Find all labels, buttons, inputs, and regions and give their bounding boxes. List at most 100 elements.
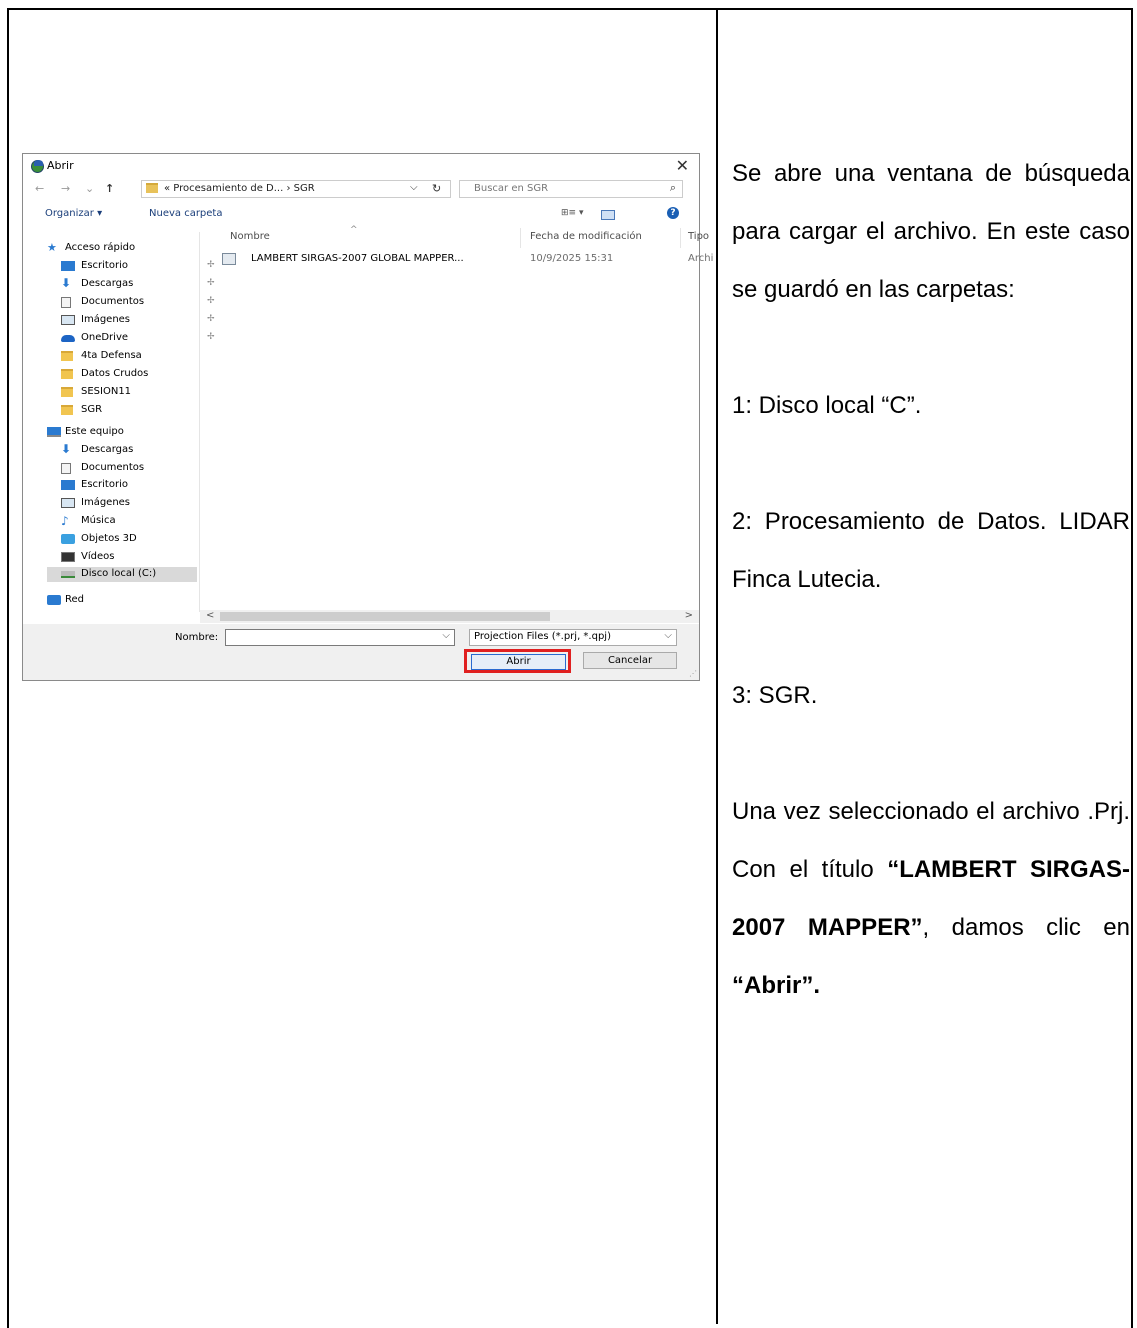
- music-icon: ♪: [61, 514, 69, 528]
- filename-input[interactable]: ⌵: [225, 629, 455, 646]
- network-icon: [47, 595, 61, 605]
- nav-item-label: Disco local (C:): [81, 568, 157, 580]
- star-icon: ★: [47, 241, 57, 254]
- nav-item[interactable]: ⬇ Descargas: [47, 443, 197, 458]
- nav-item[interactable]: Imágenes: [47, 496, 197, 511]
- view-options-icon[interactable]: ⊞≡ ▾: [561, 208, 583, 218]
- address-path[interactable]: « Procesamiento de D... › SGR: [164, 183, 315, 194]
- back-arrow-icon[interactable]: ←: [35, 182, 44, 195]
- column-separator: [520, 228, 521, 248]
- chevron-down-icon[interactable]: ⌵: [442, 630, 450, 641]
- nav-item[interactable]: ♪ Música: [47, 514, 197, 529]
- video-icon: [61, 551, 75, 562]
- file-name[interactable]: LAMBERT SIRGAS-2007 GLOBAL MAPPER...: [251, 253, 464, 264]
- pictures-icon: [61, 315, 75, 325]
- nav-item[interactable]: Disco local (C:): [47, 567, 197, 583]
- new-folder-button[interactable]: Nueva carpeta: [149, 208, 222, 219]
- cancel-button[interactable]: Cancelar: [583, 652, 677, 669]
- chevron-down-icon[interactable]: ⌵: [410, 182, 418, 193]
- nav-item[interactable]: Escritorio ✢: [47, 259, 215, 274]
- scrollbar-thumb[interactable]: [220, 612, 550, 621]
- horizontal-scrollbar[interactable]: < >: [200, 610, 699, 623]
- resize-grip-icon[interactable]: ⋰: [689, 669, 697, 678]
- organize-menu[interactable]: Organizar ▾: [45, 208, 102, 219]
- dialog-toolbar: Organizar ▾ Nueva carpeta ⊞≡ ▾ ?: [23, 204, 699, 224]
- folder-icon: [61, 369, 73, 379]
- documents-icon: [61, 297, 71, 308]
- paragraph-step-2: 2: Procesamiento de Datos. LIDAR Finca L…: [732, 508, 1130, 593]
- paragraph-step-3: 3: SGR.: [732, 682, 818, 709]
- objects-3d-icon: [61, 533, 75, 544]
- file-type: Archi: [688, 253, 714, 264]
- column-header-name[interactable]: Nombre: [230, 231, 270, 242]
- preview-pane-icon[interactable]: [601, 210, 615, 220]
- sort-up-icon: ^: [350, 225, 358, 235]
- nav-item[interactable]: 4ta Defensa: [47, 349, 197, 364]
- column-divider: [716, 8, 718, 1324]
- nav-item-label: Acceso rápido: [65, 242, 136, 253]
- instruction-text-c: , damos clic en: [922, 914, 1130, 941]
- filename-label: Nombre:: [175, 632, 219, 643]
- forward-arrow-icon[interactable]: →: [61, 182, 70, 195]
- dialog-footer: Nombre: ⌵ Projection Files (*.prj, *.qpj…: [23, 624, 699, 680]
- nav-item-label: Música: [81, 515, 116, 526]
- file-type-select[interactable]: Projection Files (*.prj, *.qpj) ⌵: [469, 629, 677, 646]
- help-icon[interactable]: ?: [667, 207, 679, 219]
- desktop-icon: [61, 480, 75, 491]
- nav-item-label: Escritorio: [81, 479, 128, 491]
- cloud-icon: [61, 335, 75, 342]
- nav-item[interactable]: Documentos ✢: [47, 295, 215, 310]
- file-icon: [222, 253, 236, 265]
- nav-item[interactable]: OneDrive ✢: [47, 331, 215, 346]
- address-bar[interactable]: « Procesamiento de D... › SGR ⌵ ↻: [141, 180, 451, 198]
- nav-item-label: Documentos: [81, 461, 145, 473]
- nav-item[interactable]: ★ Acceso rápido: [39, 241, 197, 256]
- refresh-icon[interactable]: ↻: [432, 182, 441, 195]
- nav-item[interactable]: SGR: [47, 403, 197, 418]
- file-type-value[interactable]: Projection Files (*.prj, *.qpj): [474, 631, 611, 642]
- navigation-pane: ★ Acceso rápido Escritorio ✢ ⬇ Descargas ✢ Docu…: [23, 232, 215, 612]
- open-label-bold: “Abrir”.: [732, 972, 821, 999]
- nav-item[interactable]: Imágenes ✢: [47, 313, 215, 328]
- nav-item-label: Descargas: [81, 443, 134, 455]
- scroll-right-icon[interactable]: >: [685, 610, 693, 621]
- nav-item-label: 4ta Defensa: [81, 350, 142, 361]
- column-header-type[interactable]: Tipo: [688, 231, 709, 242]
- close-icon[interactable]: ✕: [676, 156, 689, 175]
- address-bar-row: ← → ⌄ ↑ « Procesamiento de D... › SGR ⌵ …: [23, 178, 699, 200]
- nav-item-label: OneDrive: [81, 332, 129, 343]
- download-icon: ⬇: [61, 441, 72, 456]
- chevron-down-icon[interactable]: ⌵: [664, 630, 672, 641]
- scroll-left-icon[interactable]: <: [206, 610, 214, 621]
- nav-item[interactable]: ⬇ Descargas ✢: [47, 276, 215, 292]
- nav-item-label: Vídeos: [81, 550, 115, 562]
- nav-item[interactable]: Este equipo: [39, 425, 197, 440]
- folder-icon: [61, 351, 73, 361]
- dialog-title: Abrir: [47, 159, 74, 172]
- pictures-icon: [61, 498, 75, 509]
- nav-item[interactable]: SESION11: [47, 385, 197, 400]
- search-icon[interactable]: ⌕: [670, 181, 676, 195]
- open-file-dialog: Abrir ✕ ← → ⌄ ↑ « Procesamiento de D... …: [22, 153, 713, 681]
- nav-item-label: Imágenes: [81, 314, 131, 325]
- nav-item[interactable]: Documentos: [47, 461, 197, 476]
- nav-item[interactable]: Datos Crudos: [47, 367, 197, 382]
- open-button[interactable]: Abrir: [471, 654, 566, 670]
- folder-icon: [61, 387, 73, 397]
- nav-item[interactable]: Escritorio: [47, 478, 197, 493]
- desktop-icon: [61, 261, 75, 271]
- nav-item-label: Red: [65, 594, 84, 605]
- nav-item-label: Este equipo: [65, 426, 124, 437]
- nav-item[interactable]: Vídeos: [47, 550, 197, 565]
- download-icon: ⬇: [61, 276, 72, 290]
- recent-locations-icon[interactable]: ⌄: [85, 182, 94, 195]
- nav-item-label: Descargas: [81, 278, 134, 289]
- nav-item[interactable]: Objetos 3D: [47, 532, 197, 547]
- up-arrow-icon[interactable]: ↑: [105, 182, 114, 195]
- dialog-titlebar: Abrir ✕: [23, 154, 699, 176]
- folder-icon: [61, 405, 73, 415]
- app-icon: [31, 160, 44, 173]
- nav-item-network[interactable]: Red: [39, 593, 197, 608]
- search-input[interactable]: Buscar en SGR ⌕: [459, 180, 683, 198]
- column-header-modified[interactable]: Fecha de modificación: [530, 231, 642, 242]
